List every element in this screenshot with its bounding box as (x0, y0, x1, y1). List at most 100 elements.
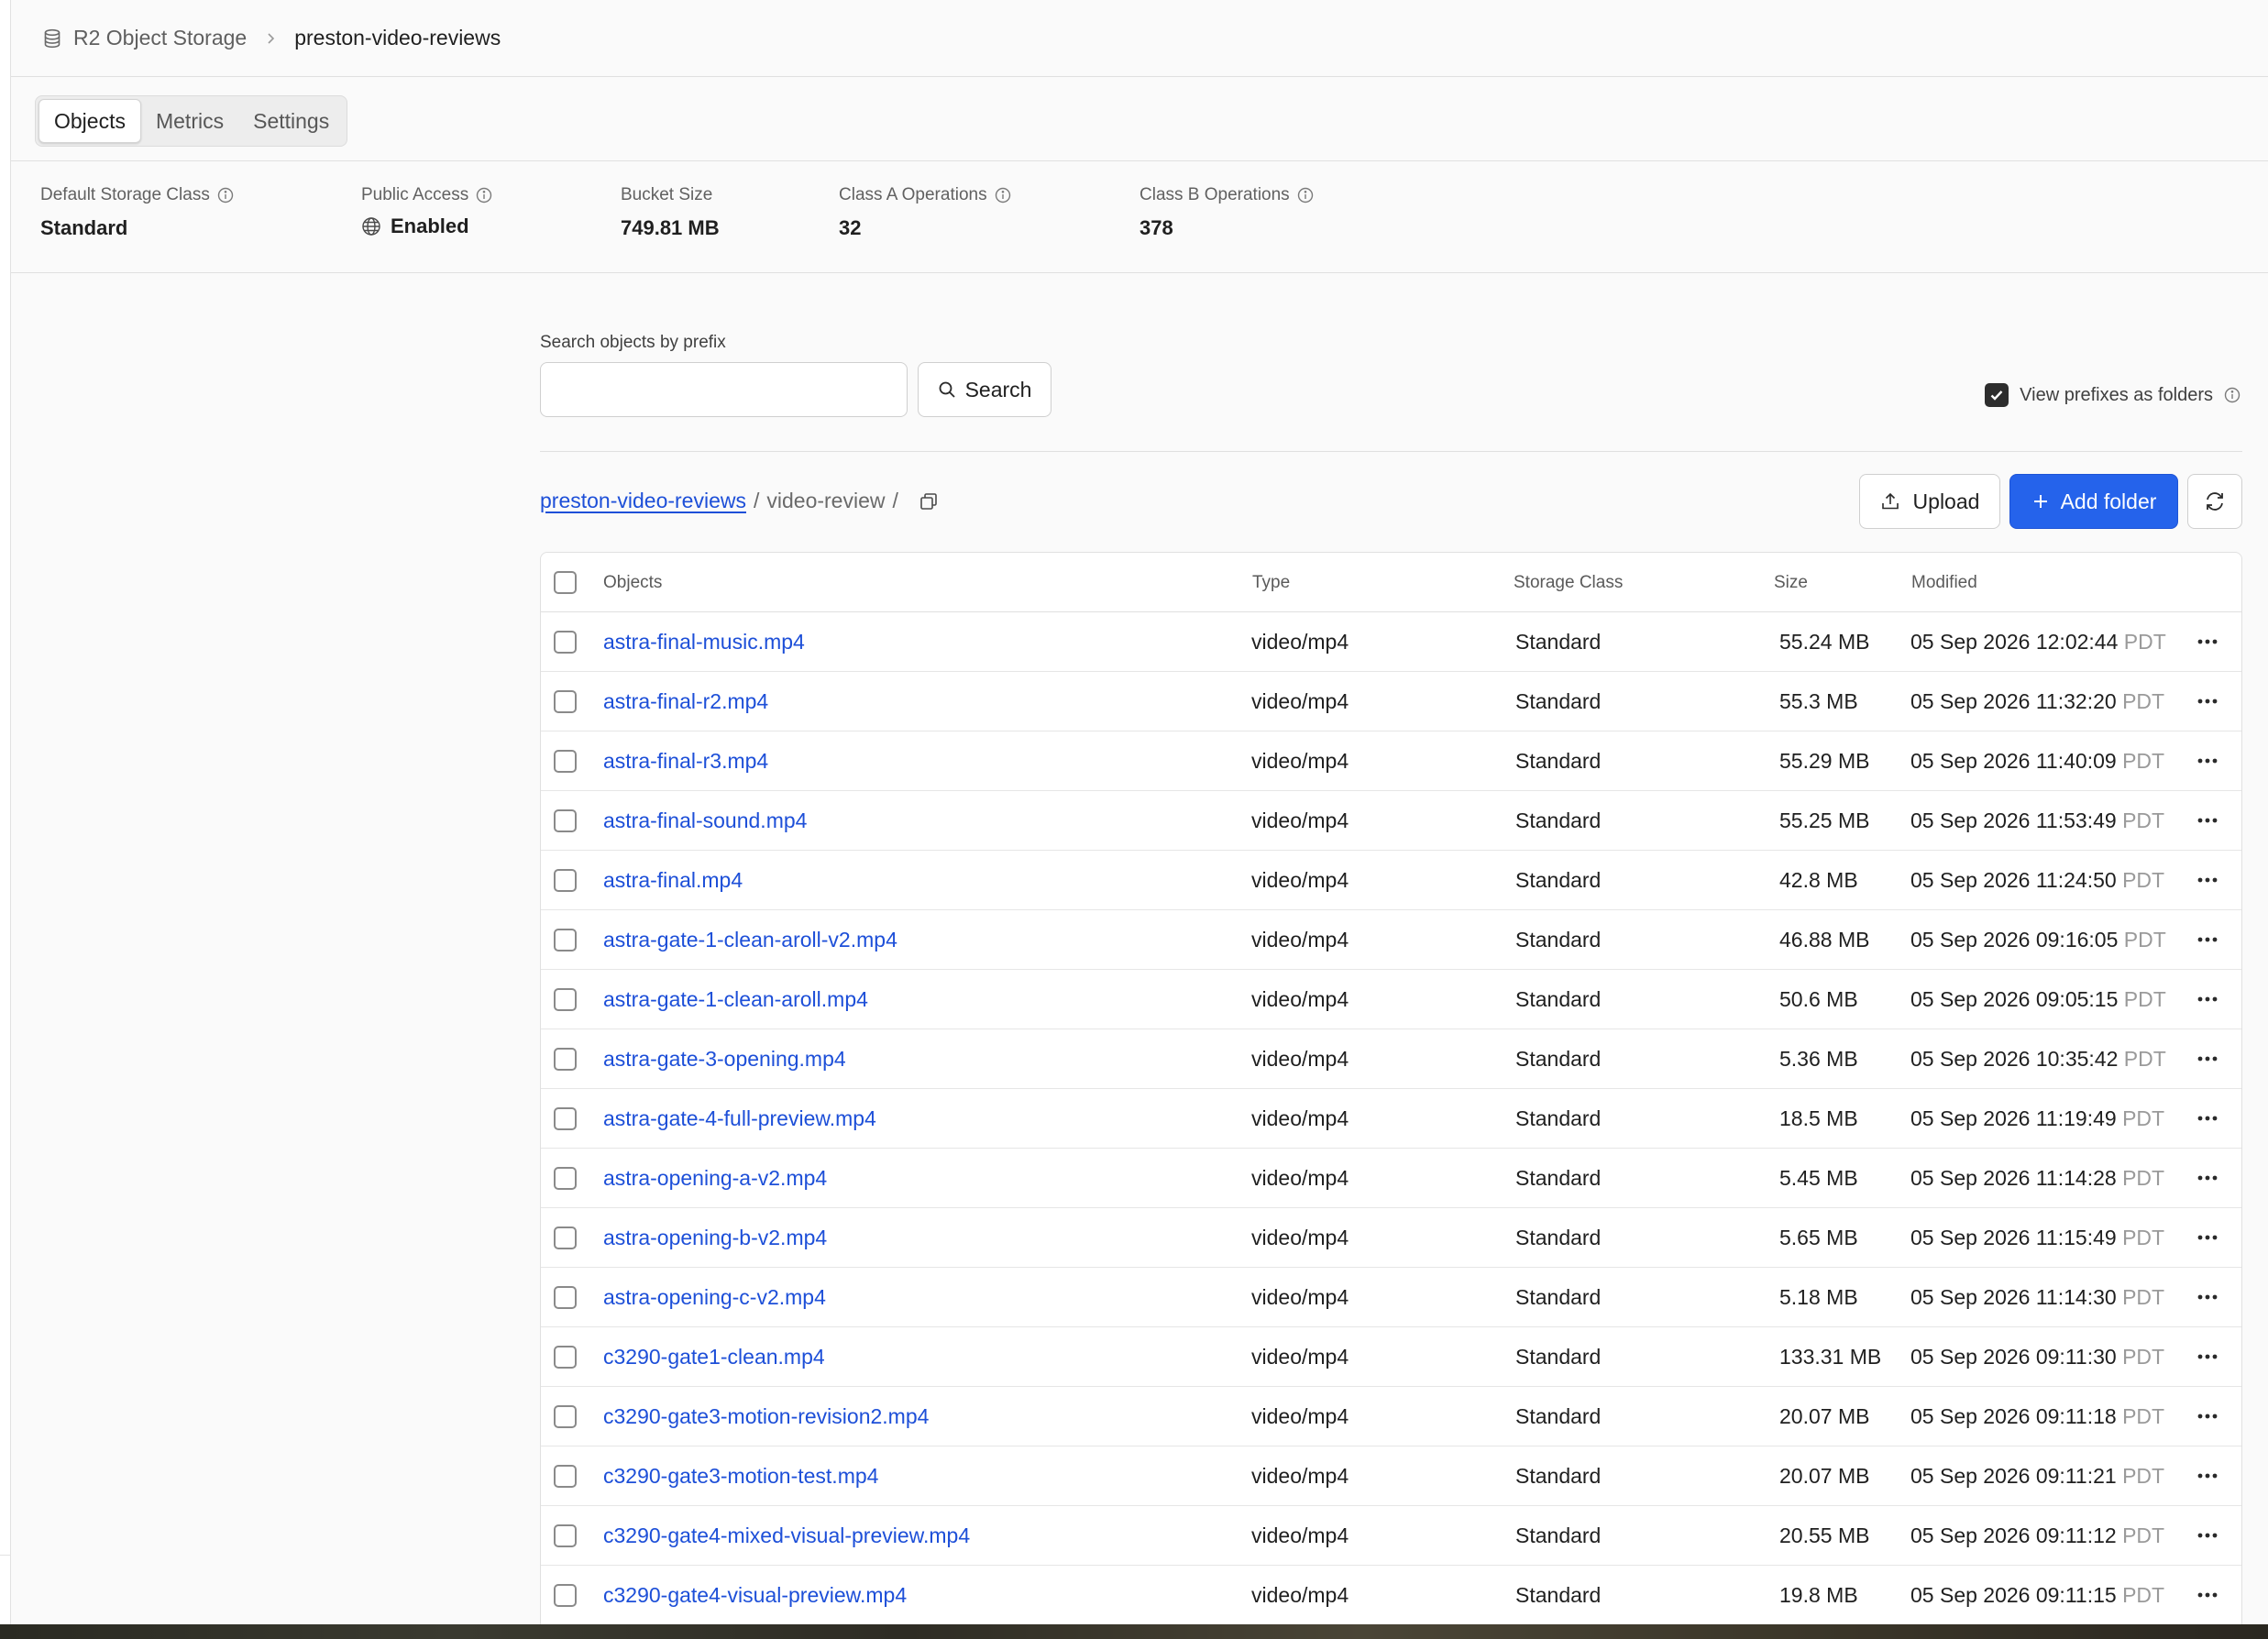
more-options-icon[interactable] (2195, 1523, 2220, 1548)
object-name-link[interactable]: astra-final-music.mp4 (603, 630, 805, 654)
table-row[interactable]: c3290-gate4-visual-preview.mp4 video/mp4 S… (541, 1566, 2241, 1625)
copy-icon[interactable] (919, 491, 939, 512)
more-options-icon[interactable] (2195, 1046, 2220, 1072)
object-name-link[interactable]: astra-final-r2.mp4 (603, 689, 768, 714)
row-checkbox[interactable] (554, 988, 577, 1011)
object-name-link[interactable]: c3290-gate3-motion-test.mp4 (603, 1464, 878, 1489)
row-checkbox[interactable] (554, 869, 577, 892)
more-options-icon[interactable] (2195, 808, 2220, 833)
path-folder[interactable]: video-review (766, 489, 885, 513)
row-checkbox[interactable] (554, 1524, 577, 1547)
table-row[interactable]: astra-gate-1-clean-aroll.mp4 video/mp4 Sta… (541, 970, 2241, 1029)
table-row[interactable]: astra-final-sound.mp4 video/mp4 Standard 55… (541, 791, 2241, 851)
object-modified: 05 Sep 2026 09:11:15 PDT (1910, 1583, 2164, 1608)
path-bucket-link[interactable]: preston-video-reviews (540, 489, 746, 513)
modified-timezone: PDT (2122, 749, 2165, 773)
select-all-checkbox[interactable] (554, 571, 577, 594)
object-name-link[interactable]: c3290-gate3-motion-revision2.mp4 (603, 1404, 929, 1429)
row-checkbox[interactable] (554, 1167, 577, 1190)
more-options-icon[interactable] (2195, 688, 2220, 714)
table-row[interactable]: astra-final-music.mp4 video/mp4 Standard 55… (541, 612, 2241, 672)
more-options-icon[interactable] (2195, 748, 2220, 774)
table-row[interactable]: astra-gate-4-full-preview.mp4 video/mp4 St… (541, 1089, 2241, 1149)
more-options-icon[interactable] (2195, 1463, 2220, 1489)
object-name-link[interactable]: astra-final.mp4 (603, 868, 743, 893)
refresh-button[interactable] (2187, 474, 2242, 529)
more-options-icon[interactable] (2195, 1165, 2220, 1191)
table-row[interactable]: astra-final-r3.mp4 video/mp4 Standard 55.29… (541, 732, 2241, 791)
object-name-link[interactable]: c3290-gate1-clean.mp4 (603, 1345, 825, 1370)
row-checkbox[interactable] (554, 1226, 577, 1249)
table-row[interactable]: astra-opening-c-v2.mp4 video/mp4 Standard 5… (541, 1268, 2241, 1327)
table-row[interactable]: c3290-gate3-motion-test.mp4 video/mp4 Stan… (541, 1446, 2241, 1506)
more-options-icon[interactable] (2195, 927, 2220, 952)
column-header-size[interactable]: Size (1774, 573, 1808, 593)
more-options-icon[interactable] (2195, 1344, 2220, 1370)
row-checkbox[interactable] (554, 631, 577, 654)
object-name-link[interactable]: astra-opening-a-v2.mp4 (603, 1166, 827, 1191)
upload-button[interactable]: Upload (1859, 474, 2000, 529)
stat-class-b-operations: Class B Operations 378 (1140, 185, 1314, 240)
row-checkbox[interactable] (554, 929, 577, 952)
breadcrumb-root-link[interactable]: R2 Object Storage (73, 26, 247, 50)
more-options-icon[interactable] (2195, 1284, 2220, 1310)
tab-metrics[interactable]: Metrics (141, 99, 238, 143)
table-row[interactable]: astra-final.mp4 video/mp4 Standard 42.8 MB 0… (541, 851, 2241, 910)
row-checkbox[interactable] (554, 1405, 577, 1428)
object-size: 19.8 MB (1779, 1583, 1858, 1607)
more-options-icon[interactable] (2195, 986, 2220, 1012)
globe-icon (361, 216, 381, 236)
more-options-icon[interactable] (2195, 629, 2220, 654)
info-icon[interactable] (1297, 187, 1314, 204)
view-prefixes-checkbox[interactable] (1985, 383, 2009, 407)
search-input[interactable] (540, 362, 908, 417)
table-row[interactable]: c3290-gate1-clean.mp4 video/mp4 Standard 13… (541, 1327, 2241, 1387)
add-folder-button[interactable]: Add folder (2009, 474, 2178, 529)
tab-settings[interactable]: Settings (238, 99, 344, 143)
info-icon[interactable] (2224, 387, 2240, 403)
more-options-icon[interactable] (2195, 1403, 2220, 1429)
column-header-modified[interactable]: Modified (1911, 573, 1977, 593)
more-options-icon[interactable] (2195, 867, 2220, 893)
search-button[interactable]: Search (918, 362, 1051, 417)
row-checkbox[interactable] (554, 1286, 577, 1309)
row-checkbox[interactable] (554, 1346, 577, 1369)
object-name-link[interactable]: astra-gate-4-full-preview.mp4 (603, 1106, 876, 1131)
view-prefixes-toggle[interactable]: View prefixes as folders (1985, 383, 2240, 407)
object-name-link[interactable]: c3290-gate4-mixed-visual-preview.mp4 (603, 1524, 970, 1548)
object-name-link[interactable]: astra-gate-3-opening.mp4 (603, 1047, 846, 1072)
table-row[interactable]: astra-gate-1-clean-aroll-v2.mp4 video/mp4… (541, 910, 2241, 970)
tab-objects[interactable]: Objects (39, 99, 141, 143)
table-row[interactable]: c3290-gate4-mixed-visual-preview.mp4 vide… (541, 1506, 2241, 1566)
object-name-link[interactable]: astra-final-sound.mp4 (603, 808, 807, 833)
column-header-objects[interactable]: Objects (603, 573, 662, 593)
object-size: 46.88 MB (1779, 928, 1870, 952)
row-checkbox[interactable] (554, 1048, 577, 1071)
table-row[interactable]: astra-final-r2.mp4 video/mp4 Standard 55.3 … (541, 672, 2241, 732)
row-checkbox[interactable] (554, 750, 577, 773)
row-checkbox[interactable] (554, 1107, 577, 1130)
column-header-storage-class[interactable]: Storage Class (1514, 573, 1623, 593)
table-row[interactable]: astra-opening-a-v2.mp4 video/mp4 Standard 5… (541, 1149, 2241, 1208)
modified-timezone: PDT (2122, 1583, 2165, 1607)
info-icon[interactable] (217, 187, 234, 204)
object-name-link[interactable]: astra-gate-1-clean-aroll.mp4 (603, 987, 868, 1012)
object-name-link[interactable]: astra-opening-c-v2.mp4 (603, 1285, 826, 1310)
row-checkbox[interactable] (554, 1584, 577, 1607)
more-options-icon[interactable] (2195, 1582, 2220, 1608)
object-name-link[interactable]: astra-opening-b-v2.mp4 (603, 1226, 827, 1250)
more-options-icon[interactable] (2195, 1225, 2220, 1250)
object-name-link[interactable]: astra-gate-1-clean-aroll-v2.mp4 (603, 928, 897, 952)
more-options-icon[interactable] (2195, 1106, 2220, 1131)
column-header-type[interactable]: Type (1252, 573, 1290, 593)
object-name-link[interactable]: c3290-gate4-visual-preview.mp4 (603, 1583, 907, 1608)
row-checkbox[interactable] (554, 690, 577, 713)
row-checkbox[interactable] (554, 1465, 577, 1488)
row-checkbox[interactable] (554, 809, 577, 832)
info-icon[interactable] (995, 187, 1011, 204)
table-row[interactable]: astra-opening-b-v2.mp4 video/mp4 Standard 5… (541, 1208, 2241, 1268)
table-row[interactable]: c3290-gate3-motion-revision2.mp4 video/mp… (541, 1387, 2241, 1446)
table-row[interactable]: astra-gate-3-opening.mp4 video/mp4 Standar… (541, 1029, 2241, 1089)
object-name-link[interactable]: astra-final-r3.mp4 (603, 749, 768, 774)
info-icon[interactable] (476, 187, 492, 204)
